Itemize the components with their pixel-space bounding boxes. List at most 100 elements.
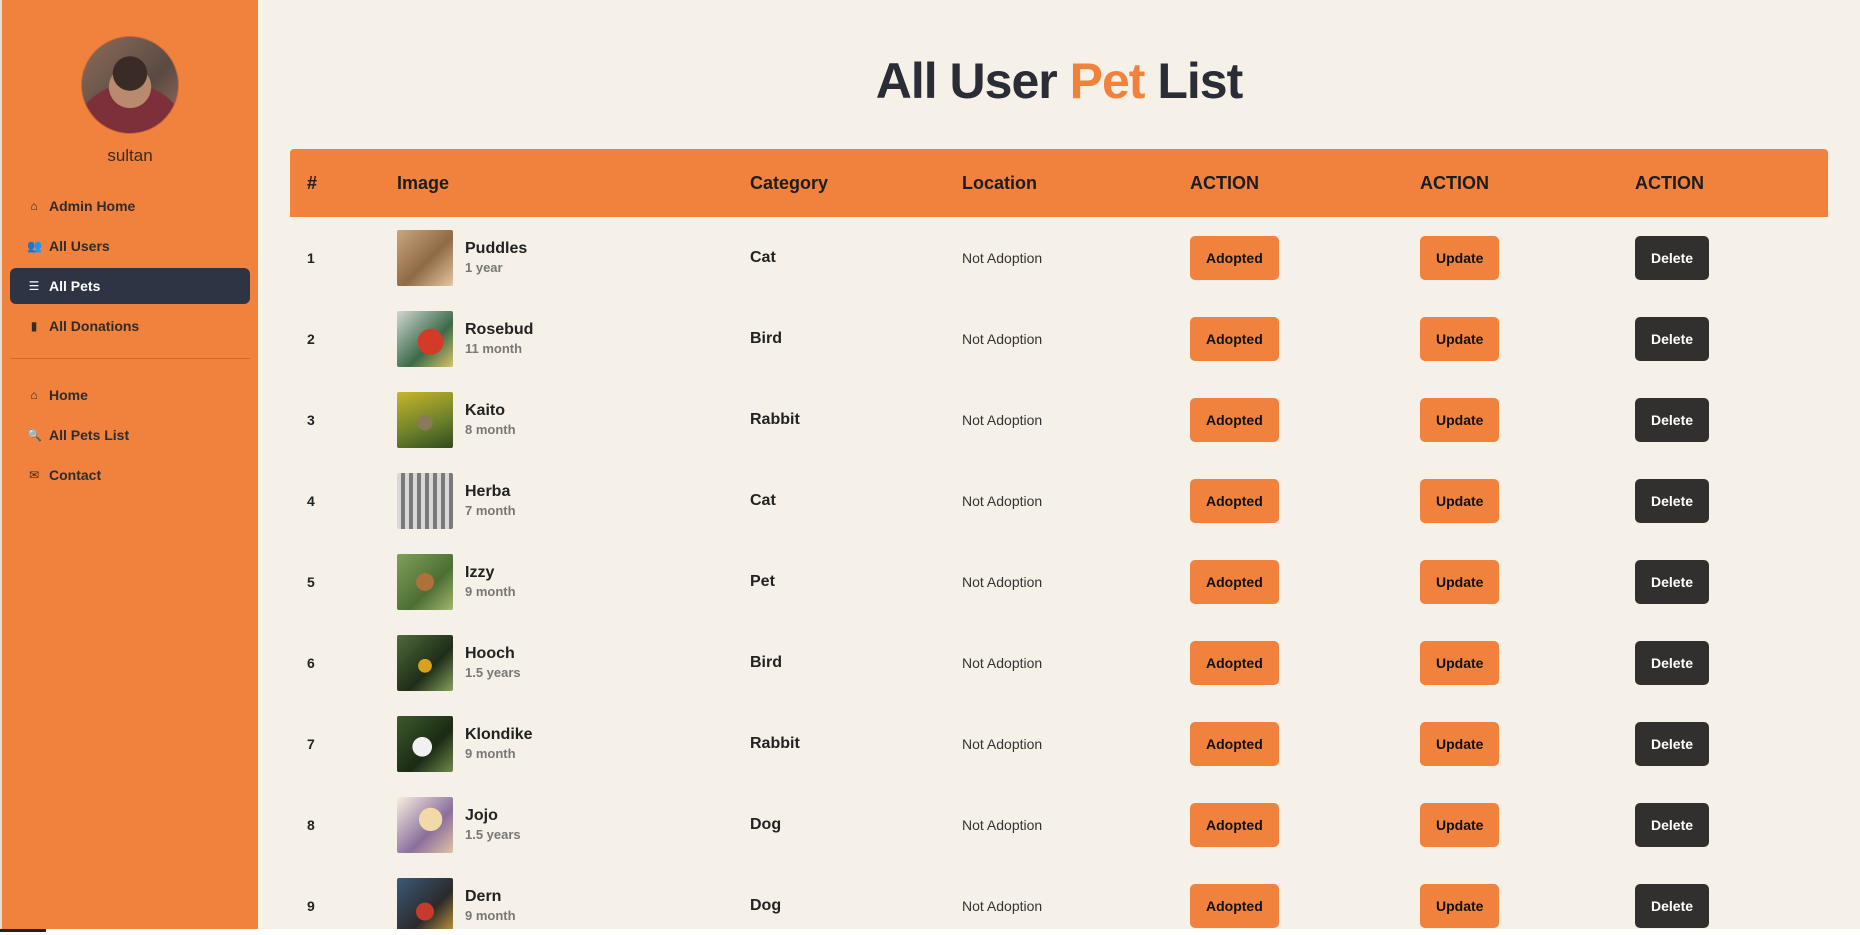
pet-age: 7 month — [465, 502, 516, 518]
pet-thumbnail — [397, 715, 453, 772]
sidebar-item-all-users[interactable]: 👥 All Users — [10, 228, 250, 264]
column-header: # — [307, 172, 318, 193]
pet-name: Kaito — [465, 401, 505, 419]
update-cell: Update — [1420, 622, 1500, 703]
delete-cell: Delete — [1635, 217, 1710, 298]
delete-cell: Delete — [1635, 865, 1710, 935]
pet-age: 9 month — [465, 907, 516, 923]
row-number: 4 — [307, 492, 315, 509]
book-icon: ▮ — [30, 319, 38, 333]
sidebar-item-all-pets[interactable]: ☰ All Pets — [10, 268, 250, 304]
table-row: 5 Izzy 9 month Pet Not Adoption Adopted Update… — [290, 541, 1828, 622]
pet-age: 1.5 years — [465, 826, 521, 842]
update-button[interactable]: Update — [1420, 559, 1500, 604]
pet-name: Hooch — [465, 644, 515, 662]
adopted-button[interactable]: Adopted — [1190, 316, 1279, 361]
sidebar-item-all-donations[interactable]: ▮ All Donations — [10, 308, 250, 344]
update-button[interactable]: Update — [1420, 640, 1500, 685]
delete-button[interactable]: Delete — [1635, 883, 1710, 928]
pet-info: Izzy 9 month — [465, 563, 516, 601]
pet-cell: Herba 7 month — [397, 460, 516, 541]
sidebar-item-admin-home[interactable]: ⌂ Admin Home — [10, 188, 250, 224]
column-header: ACTION — [1420, 172, 1489, 193]
home-icon: ⌂ — [30, 199, 38, 213]
row-number: 7 — [307, 735, 315, 752]
sidebar-item-label: All Pets — [49, 278, 101, 294]
update-cell: Update — [1420, 379, 1500, 460]
delete-button[interactable]: Delete — [1635, 478, 1710, 523]
delete-button[interactable]: Delete — [1635, 802, 1710, 847]
pet-thumbnail — [397, 553, 453, 610]
page: sultan ⌂ Admin Home 👥 All Users ☰ All Pets ▮ Al… — [0, 0, 1860, 935]
title-accent: Pet — [1069, 53, 1146, 109]
update-button[interactable]: Update — [1420, 802, 1500, 847]
users-icon: 👥 — [27, 239, 42, 253]
pet-thumbnail — [397, 310, 453, 367]
adopted-button[interactable]: Adopted — [1190, 397, 1279, 442]
column-header: ACTION — [1190, 172, 1259, 193]
pet-age: 1 year — [465, 259, 503, 275]
pet-category: Cat — [750, 491, 776, 509]
adopted-cell: Adopted — [1190, 217, 1279, 298]
pet-location: Not Adoption — [962, 249, 1043, 266]
adopted-button[interactable]: Adopted — [1190, 640, 1279, 685]
pet-cell: Puddles 1 year — [397, 217, 527, 298]
pets-table: # Image Category Location ACTION ACTION ACTION… — [290, 149, 1828, 935]
nav-divider — [10, 358, 250, 359]
delete-cell: Delete — [1635, 541, 1710, 622]
sidebar-item-label: Home — [49, 387, 88, 403]
pet-category: Dog — [750, 896, 782, 914]
adopted-cell: Adopted — [1190, 460, 1279, 541]
update-cell: Update — [1420, 460, 1500, 541]
pet-cell: Hooch 1.5 years — [397, 622, 521, 703]
adopted-button[interactable]: Adopted — [1190, 721, 1279, 766]
delete-button[interactable]: Delete — [1635, 640, 1710, 685]
adopted-button[interactable]: Adopted — [1190, 802, 1279, 847]
pet-name: Rosebud — [465, 320, 534, 338]
sidebar-item-home[interactable]: ⌂ Home — [10, 377, 250, 413]
sidebar-item-all-pets-list[interactable]: 🔍 All Pets List — [10, 417, 250, 453]
update-button[interactable]: Update — [1420, 397, 1500, 442]
update-button[interactable]: Update — [1420, 478, 1500, 523]
update-cell: Update — [1420, 703, 1500, 784]
adopted-button[interactable]: Adopted — [1190, 478, 1279, 523]
column-header: Category — [750, 172, 829, 193]
update-cell: Update — [1420, 784, 1500, 865]
delete-button[interactable]: Delete — [1635, 397, 1710, 442]
pet-location: Not Adoption — [962, 492, 1043, 509]
adopted-cell: Adopted — [1190, 784, 1279, 865]
search-icon: 🔍 — [27, 428, 42, 442]
delete-button[interactable]: Delete — [1635, 559, 1710, 604]
adopted-button[interactable]: Adopted — [1190, 235, 1279, 280]
update-button[interactable]: Update — [1420, 316, 1500, 361]
adopted-button[interactable]: Adopted — [1190, 883, 1279, 928]
delete-button[interactable]: Delete — [1635, 235, 1710, 280]
pet-name: Jojo — [465, 806, 498, 824]
table-body: 1 Puddles 1 year Cat Not Adoption Adopted Upda… — [290, 217, 1828, 935]
page-title: All User Pet List — [258, 52, 1860, 110]
update-button[interactable]: Update — [1420, 235, 1500, 280]
avatar[interactable] — [81, 36, 179, 134]
pet-cell: Dern 9 month — [397, 865, 516, 935]
main-content: All User Pet List # Image Category Location… — [258, 0, 1860, 934]
update-button[interactable]: Update — [1420, 883, 1500, 928]
sidebar-item-label: All Users — [49, 238, 110, 254]
table-row: 6 Hooch 1.5 years Bird Not Adoption Adopted Up… — [290, 622, 1828, 703]
sidebar-item-contact[interactable]: ✉ Contact — [10, 457, 250, 493]
delete-cell: Delete — [1635, 379, 1710, 460]
row-number: 3 — [307, 411, 315, 428]
pet-info: Puddles 1 year — [465, 239, 527, 277]
row-number: 8 — [307, 816, 315, 833]
adopted-cell: Adopted — [1190, 622, 1279, 703]
adopted-button[interactable]: Adopted — [1190, 559, 1279, 604]
table-row: 7 Klondike 9 month Rabbit Not Adoption Adopte… — [290, 703, 1828, 784]
adopted-cell: Adopted — [1190, 541, 1279, 622]
pet-cell: Jojo 1.5 years — [397, 784, 521, 865]
pet-age: 8 month — [465, 421, 516, 437]
pet-age: 9 month — [465, 745, 516, 761]
pet-info: Herba 7 month — [465, 482, 516, 520]
adopted-cell: Adopted — [1190, 298, 1279, 379]
update-button[interactable]: Update — [1420, 721, 1500, 766]
delete-button[interactable]: Delete — [1635, 316, 1710, 361]
delete-button[interactable]: Delete — [1635, 721, 1710, 766]
